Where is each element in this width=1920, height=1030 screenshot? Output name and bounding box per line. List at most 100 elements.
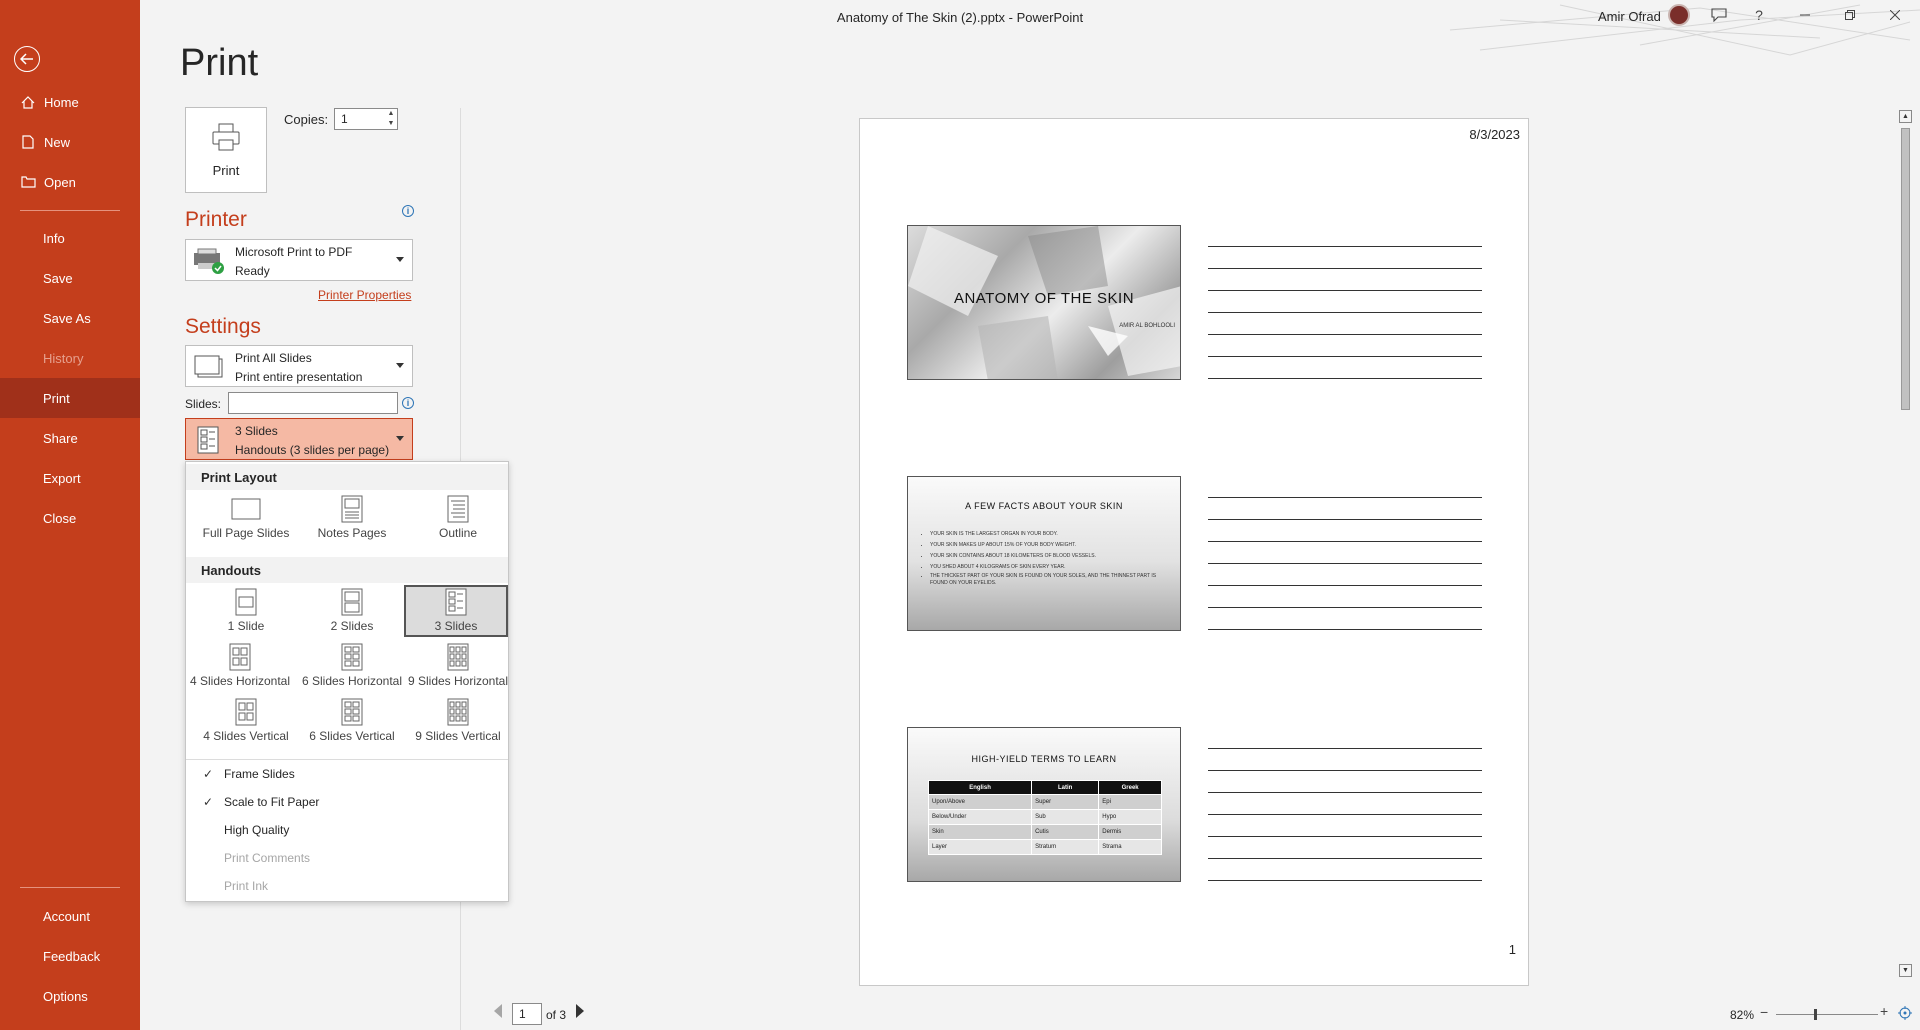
- nav-close-label: Close: [43, 510, 77, 526]
- previous-page-icon[interactable]: [494, 1004, 502, 1018]
- nav-open[interactable]: Open: [0, 162, 140, 202]
- print-range-dropdown[interactable]: Print All Slides Print entire presentati…: [185, 345, 413, 387]
- print-layout-line2: Handouts (3 slides per page): [235, 443, 390, 457]
- copies-label: Copies:: [284, 112, 329, 127]
- option-3-slides[interactable]: 3 Slides: [404, 585, 508, 637]
- nav-new-label: New: [44, 134, 71, 150]
- zoom-slider-handle[interactable]: [1814, 1009, 1817, 1020]
- back-arrow-icon[interactable]: [14, 46, 40, 72]
- nav-share-label: Share: [43, 430, 78, 446]
- bullet: YOUR SKIN IS THE LARGEST ORGAN IN YOUR B…: [930, 529, 1170, 540]
- nav-info[interactable]: Info: [0, 218, 140, 258]
- chevron-down-icon: [396, 436, 404, 441]
- option-4-slides-vertical[interactable]: 4 Slides Vertical: [194, 697, 298, 749]
- terms-table: English Latin Greek Upon/Above Super Epi…: [927, 780, 1162, 855]
- table-header: Latin: [1031, 780, 1100, 795]
- zoom-level[interactable]: 82%: [1730, 1008, 1754, 1022]
- restore-icon[interactable]: [1839, 5, 1861, 25]
- nav-options-label: Options: [43, 988, 88, 1004]
- nav-save-as[interactable]: Save As: [0, 298, 140, 338]
- help-icon[interactable]: ?: [1748, 5, 1770, 25]
- table-header: English: [927, 780, 1033, 795]
- notes-lines-1: [1208, 246, 1482, 400]
- notes-lines-2: [1208, 497, 1482, 651]
- option-full-page-slides[interactable]: Full Page Slides: [194, 494, 298, 546]
- zoom-slider[interactable]: [1776, 1014, 1878, 1015]
- slides-stack-icon: [192, 353, 226, 381]
- option-2-slides[interactable]: 2 Slides: [300, 587, 404, 639]
- four-slides-horizontal-icon: [229, 642, 251, 672]
- nav-close[interactable]: Close: [0, 498, 140, 538]
- nav-save[interactable]: Save: [0, 258, 140, 298]
- print-range-line2: Print entire presentation: [235, 370, 363, 384]
- option-6-slides-vertical[interactable]: 6 Slides Vertical: [300, 697, 404, 749]
- scroll-up-icon[interactable]: ▲: [1899, 110, 1912, 123]
- avatar[interactable]: [1668, 4, 1690, 26]
- page-number: 1: [1508, 942, 1516, 957]
- new-doc-icon: [20, 135, 36, 149]
- frame-slides-toggle[interactable]: Frame Slides: [224, 767, 295, 781]
- nav-open-label: Open: [44, 174, 76, 190]
- checkmark-icon: ✓: [203, 767, 214, 781]
- vertical-scrollbar[interactable]: ▲ ▼: [1897, 108, 1914, 980]
- option-label: 4 Slides Vertical: [203, 729, 289, 743]
- folder-icon: [20, 176, 36, 188]
- option-9-slides-horizontal[interactable]: 9 Slides Horizontal: [406, 642, 510, 694]
- print-layout-dropdown[interactable]: 3 Slides Handouts (3 slides per page): [185, 418, 413, 460]
- option-label: 9 Slides Vertical: [415, 729, 501, 743]
- copies-spinner[interactable]: ▲ ▼: [385, 109, 397, 129]
- nav-print[interactable]: Print: [0, 378, 140, 418]
- comments-icon[interactable]: [1708, 5, 1730, 25]
- nav-save-as-label: Save As: [43, 310, 91, 326]
- option-notes-pages[interactable]: Notes Pages: [300, 494, 404, 546]
- bullet: YOU SHED ABOUT 4 KILOGRAMS OF SKIN EVERY…: [930, 562, 1170, 573]
- nav-export[interactable]: Export: [0, 458, 140, 498]
- full-page-slide-icon: [231, 494, 261, 524]
- nav-account[interactable]: Account: [0, 896, 140, 936]
- close-window-icon[interactable]: [1884, 5, 1906, 25]
- zoom-in-icon[interactable]: +: [1880, 1003, 1888, 1019]
- scrollbar-thumb[interactable]: [1901, 128, 1910, 410]
- user-name[interactable]: Amir Ofrad: [1598, 9, 1661, 24]
- option-label: Outline: [438, 526, 478, 540]
- option-9-slides-vertical[interactable]: 9 Slides Vertical: [406, 697, 510, 749]
- chevron-down-icon: [396, 363, 404, 368]
- zoom-to-page-icon[interactable]: [1898, 1006, 1912, 1020]
- printer-status: Ready: [235, 264, 270, 278]
- option-6-slides-horizontal[interactable]: 6 Slides Horizontal: [300, 642, 404, 694]
- high-quality-toggle[interactable]: High Quality: [224, 823, 289, 837]
- info-icon[interactable]: i: [402, 205, 414, 217]
- nav-options[interactable]: Options: [0, 976, 140, 1016]
- two-slides-icon: [341, 587, 363, 617]
- scale-to-fit-toggle[interactable]: Scale to Fit Paper: [224, 795, 319, 809]
- print-range-line1: Print All Slides: [235, 351, 312, 365]
- slides-input[interactable]: [228, 392, 398, 414]
- printer-dropdown[interactable]: Microsoft Print to PDF Ready: [185, 239, 413, 281]
- table-cell: Cutis: [1031, 824, 1100, 840]
- option-label: Notes Pages: [317, 526, 387, 540]
- slide1-subtitle: AMIR AL BOHLOOLI: [1119, 323, 1175, 329]
- minimize-icon[interactable]: [1794, 5, 1816, 25]
- option-4-slides-horizontal[interactable]: 4 Slides Horizontal: [188, 642, 292, 694]
- option-1-slide[interactable]: 1 Slide: [194, 587, 298, 639]
- nav-home[interactable]: Home: [0, 82, 140, 122]
- print-layout-heading: Print Layout: [201, 470, 277, 485]
- nav-export-label: Export: [43, 470, 81, 486]
- info-icon[interactable]: i: [402, 397, 414, 409]
- backstage-sidebar: Home New Open Info Save Save As History …: [0, 0, 140, 1030]
- current-page-field[interactable]: 1: [512, 1003, 542, 1025]
- slide-thumbnail-2: A FEW FACTS ABOUT YOUR SKIN YOUR SKIN IS…: [907, 476, 1181, 631]
- nav-info-label: Info: [43, 230, 65, 246]
- table-cell: Skin: [927, 824, 1033, 840]
- nav-new[interactable]: New: [0, 122, 140, 162]
- scroll-down-icon[interactable]: ▼: [1899, 964, 1912, 977]
- printer-properties-link[interactable]: Printer Properties: [318, 288, 411, 302]
- option-outline[interactable]: Outline: [406, 494, 510, 546]
- print-button[interactable]: Print: [185, 107, 267, 193]
- zoom-out-icon[interactable]: −: [1760, 1004, 1768, 1020]
- next-page-icon[interactable]: [576, 1004, 584, 1018]
- table-cell: Super: [1031, 794, 1100, 810]
- nav-share[interactable]: Share: [0, 418, 140, 458]
- home-icon: [20, 95, 36, 109]
- nav-feedback[interactable]: Feedback: [0, 936, 140, 976]
